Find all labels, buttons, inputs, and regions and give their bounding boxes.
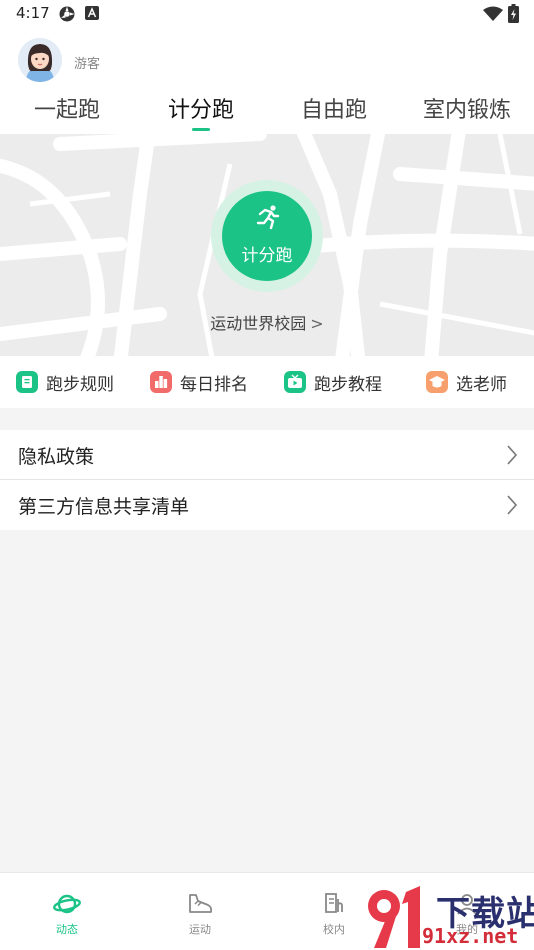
header: 游客 一起跑 计分跑 自由跑 室内锻炼 <box>0 28 534 134</box>
nav-item-feed[interactable]: 动态 <box>32 891 102 937</box>
mode-tabs: 一起跑 计分跑 自由跑 室内锻炼 <box>0 92 534 134</box>
tv-play-icon <box>284 371 306 393</box>
tab-indoor-exercise[interactable]: 室内锻炼 <box>423 92 511 124</box>
feature-running-rules[interactable]: 跑步规则 <box>16 370 114 395</box>
watermark-domain: 91xz.net <box>422 924 519 948</box>
school-doc-icon <box>325 893 343 913</box>
menu-label: 隐私政策 <box>18 446 95 468</box>
settings-gear-icon <box>59 6 75 22</box>
girl-avatar-icon <box>18 38 62 82</box>
watermark-logo: 下载站 91xz.net <box>362 884 534 950</box>
nav-item-exercise[interactable]: 运动 <box>165 891 235 937</box>
feature-label: 跑步教程 <box>314 374 382 395</box>
feature-running-tutorial[interactable]: 跑步教程 <box>284 370 382 395</box>
menu-item-third-party-sharing[interactable]: 第三方信息共享清单 <box>0 480 534 530</box>
school-name: 运动世界校园 <box>210 314 307 333</box>
settings-menu: 隐私政策 第三方信息共享清单 <box>0 430 534 530</box>
start-score-run-button[interactable]: 计分跑 <box>222 191 312 281</box>
school-selector[interactable]: 运动世界校园 > <box>0 310 534 334</box>
feature-daily-ranking[interactable]: 每日排名 <box>150 370 248 395</box>
status-time: 4:17 <box>16 4 50 22</box>
chevron-right-icon: > <box>310 314 324 333</box>
wifi-icon <box>483 6 503 21</box>
nav-label: 校内 <box>323 923 345 936</box>
username: 游客 <box>74 57 101 72</box>
nav-item-campus[interactable]: 校内 <box>299 891 369 937</box>
feature-label: 选老师 <box>456 374 507 395</box>
feature-label: 跑步规则 <box>46 374 114 395</box>
avatar[interactable] <box>18 38 62 82</box>
planet-icon <box>53 894 81 914</box>
nav-label: 动态 <box>56 923 78 936</box>
running-person-icon <box>256 205 280 230</box>
graduation-cap-icon <box>426 371 448 393</box>
feature-label: 每日排名 <box>180 374 248 395</box>
feature-shortcuts: 跑步规则 每日排名 跑步教程 选老师 <box>0 356 534 408</box>
status-bar: 4:17 <box>0 0 534 28</box>
sneaker-icon <box>189 894 213 913</box>
menu-item-privacy-policy[interactable]: 隐私政策 <box>0 430 534 480</box>
ranking-icon <box>150 371 172 393</box>
feature-choose-teacher[interactable]: 选老师 <box>426 370 507 395</box>
active-tab-indicator <box>192 128 210 131</box>
tab-score-run[interactable]: 计分跑 <box>168 92 234 124</box>
tab-free-run[interactable]: 自由跑 <box>301 92 367 124</box>
chevron-right-icon <box>507 495 518 515</box>
nav-label: 运动 <box>189 923 211 936</box>
clipboard-icon <box>16 371 38 393</box>
map-area[interactable]: 计分跑 运动世界校园 > <box>0 134 534 356</box>
start-button-label: 计分跑 <box>241 246 293 266</box>
font-a-icon <box>85 6 99 20</box>
battery-charging-icon <box>508 4 519 23</box>
menu-label: 第三方信息共享清单 <box>18 496 190 518</box>
chevron-right-icon <box>507 445 518 465</box>
tab-together-run[interactable]: 一起跑 <box>34 92 100 124</box>
